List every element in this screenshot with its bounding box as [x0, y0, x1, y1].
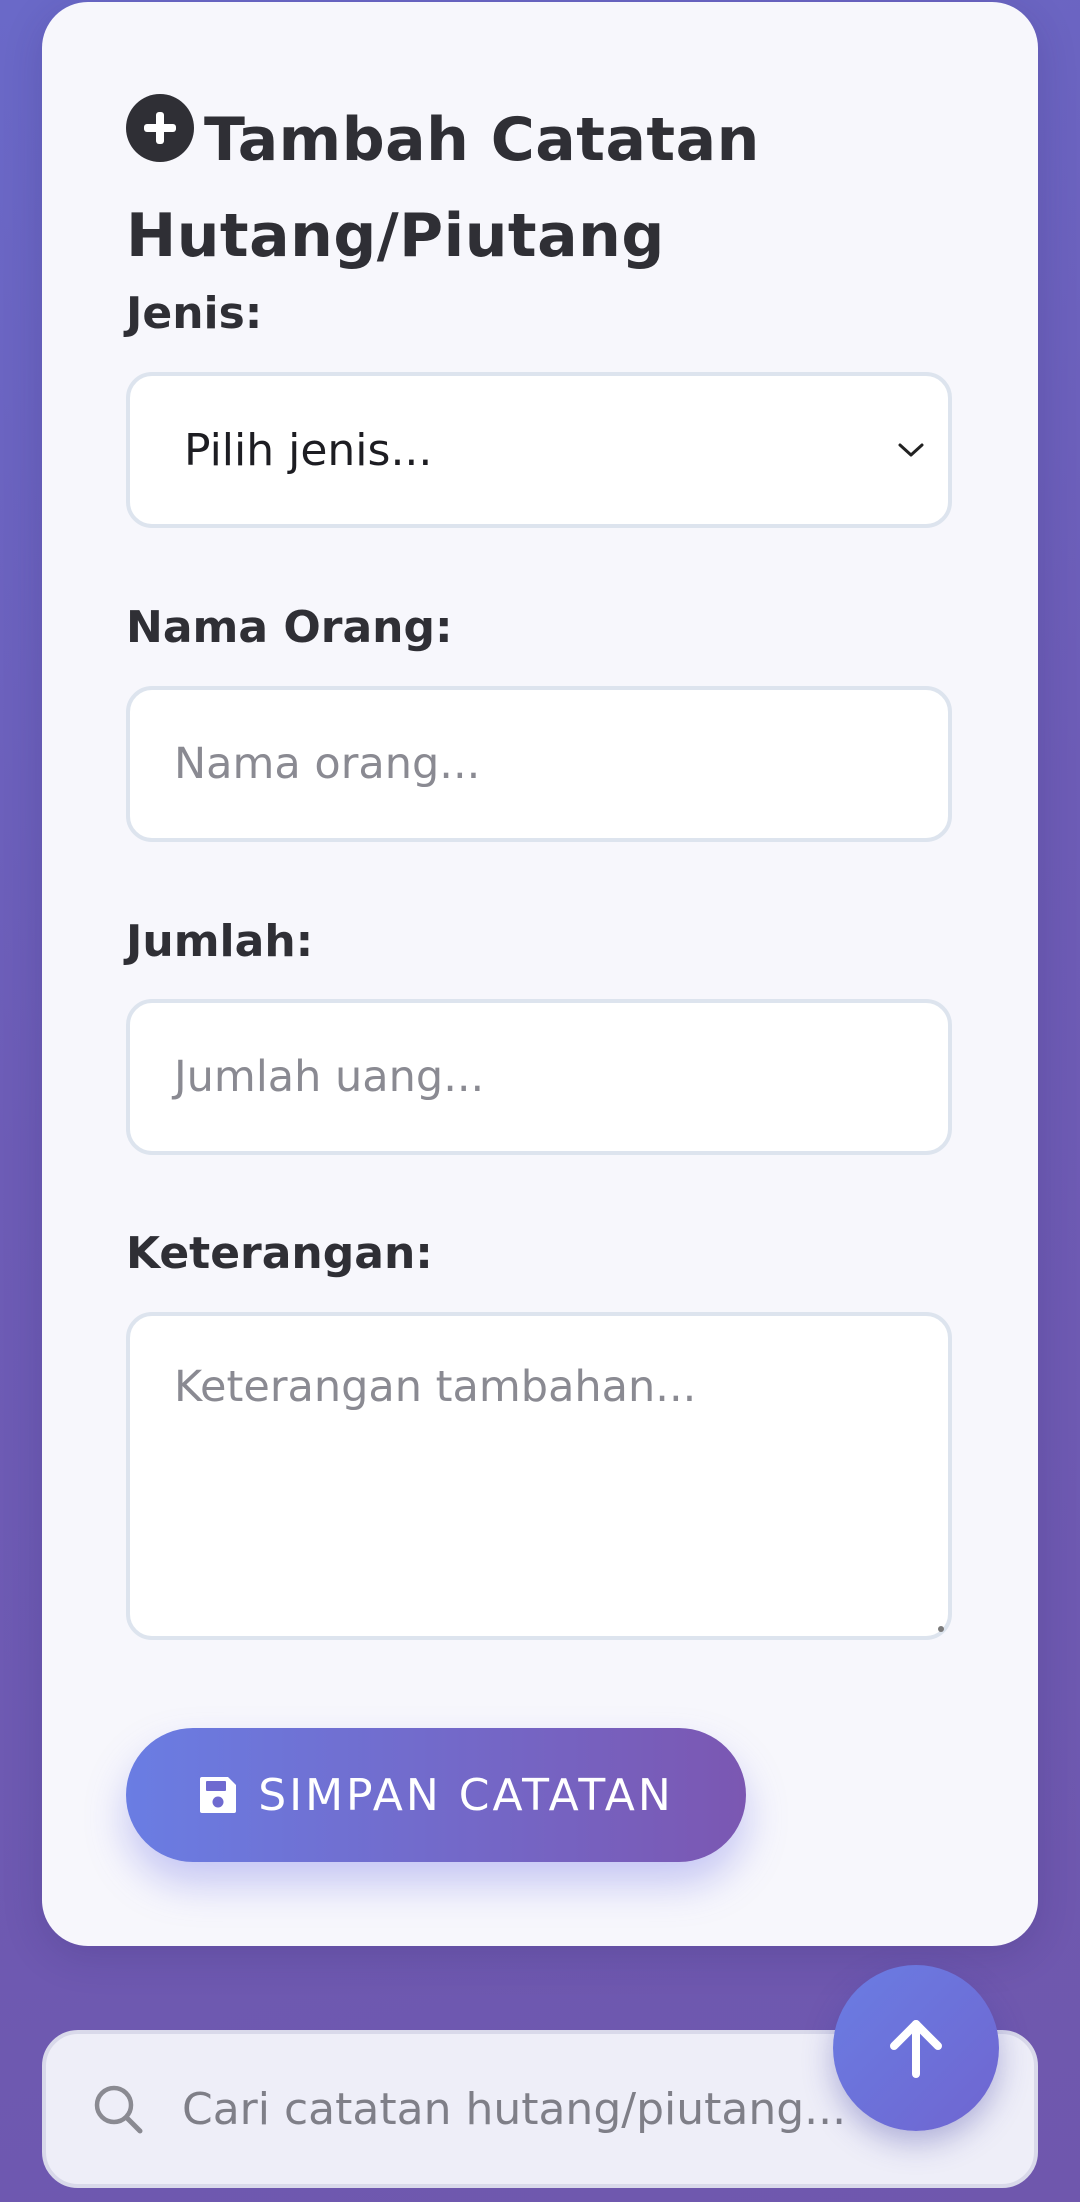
resize-handle[interactable]	[938, 1626, 944, 1632]
nama-input[interactable]: Nama orang...	[126, 686, 952, 842]
search-placeholder: Cari catatan hutang/piutang...	[182, 2083, 847, 2135]
keterangan-label: Keterangan:	[126, 1228, 433, 1279]
floppy-disk-icon	[200, 1777, 237, 1813]
keterangan-placeholder: Keterangan tambahan...	[174, 1362, 697, 1412]
search-icon	[94, 2085, 143, 2134]
plus-circle-icon	[126, 94, 194, 162]
nama-placeholder: Nama orang...	[174, 739, 481, 789]
arrow-up-icon	[890, 2020, 942, 2078]
scroll-to-top-button[interactable]	[833, 1965, 999, 2131]
jenis-selected-value: Pilih jenis...	[184, 424, 433, 476]
nama-label: Nama Orang:	[126, 602, 453, 653]
keterangan-textarea[interactable]: Keterangan tambahan...	[126, 1312, 952, 1640]
chevron-down-icon	[898, 443, 924, 457]
form-title-text: Tambah Catatan Hutang/Piutang	[126, 105, 760, 271]
jenis-label: Jenis:	[126, 288, 263, 339]
jenis-select[interactable]: Pilih jenis...	[126, 372, 952, 528]
jumlah-label: Jumlah:	[126, 916, 314, 967]
save-button[interactable]: SIMPAN CATATAN	[126, 1728, 746, 1862]
save-button-label: SIMPAN CATATAN	[258, 1769, 674, 1821]
jumlah-placeholder: Jumlah uang...	[174, 1052, 485, 1102]
jumlah-input[interactable]: Jumlah uang...	[126, 999, 952, 1155]
form-title: Tambah Catatan Hutang/Piutang	[126, 92, 946, 284]
